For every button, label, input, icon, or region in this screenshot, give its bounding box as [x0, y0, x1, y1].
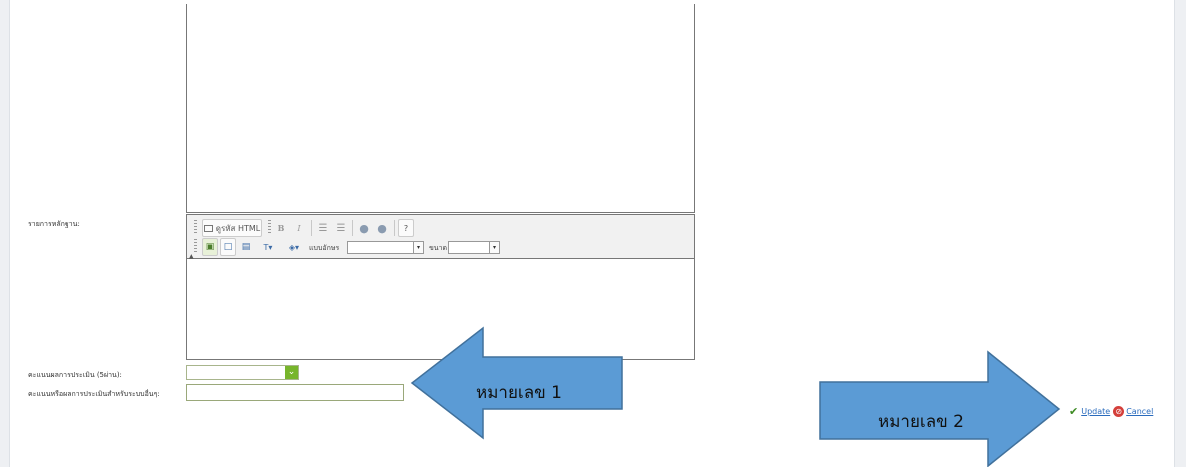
- right-page-border: [1174, 0, 1186, 467]
- resize-handle-icon: ▲: [189, 253, 194, 260]
- text-style-icon[interactable]: T▾: [256, 238, 280, 256]
- bold-button[interactable]: B: [273, 219, 289, 237]
- font-select[interactable]: ▾: [347, 241, 424, 254]
- toolbar-grip: [194, 220, 197, 235]
- left-page-border: [0, 0, 10, 467]
- size-select[interactable]: ▾: [448, 241, 500, 254]
- insert-table-icon[interactable]: ▤: [238, 238, 254, 256]
- description-editor-area[interactable]: [186, 4, 695, 213]
- toolbar-grip: [268, 220, 271, 235]
- italic-button[interactable]: I: [291, 219, 307, 237]
- html-source-button[interactable]: ดูรหัส HTML: [202, 219, 262, 237]
- toolbar-separator: [352, 220, 353, 236]
- insert-link-icon[interactable]: ●: [356, 219, 372, 237]
- cancel-icon: ⊘: [1113, 406, 1125, 417]
- score-label: คะแนนผลการประเมิน (5ผ่าน):: [28, 371, 122, 379]
- color-picker-icon[interactable]: ◈▾: [282, 238, 306, 256]
- evidence-label: รายการหลักฐาน:: [28, 220, 80, 228]
- toolbar-separator: [311, 220, 312, 236]
- arrow2-label: หมายเลข 2: [878, 412, 964, 432]
- insert-media-icon[interactable]: □: [220, 238, 236, 256]
- chevron-down-icon: ▾: [489, 242, 499, 253]
- other-score-input[interactable]: [186, 384, 404, 401]
- help-icon[interactable]: ?: [398, 219, 414, 237]
- arrow1-label: หมายเลข 1: [476, 383, 562, 403]
- row-actions: ✔ Update ⊘ Cancel: [1069, 405, 1156, 418]
- insert-image-icon[interactable]: ▣: [202, 238, 218, 256]
- update-link[interactable]: Update: [1081, 407, 1110, 416]
- unordered-list-icon[interactable]: ☰: [333, 219, 349, 237]
- chevron-down-icon: ▾: [413, 242, 423, 253]
- html-source-label: ดูรหัส HTML: [215, 223, 261, 233]
- font-label: แบบอักษร: [309, 244, 340, 252]
- editor-toolbar: ดูรหัส HTML B I ☰ ☰ ● ● ? ▣ □ ▤ T▾ ◈▾ แบ…: [187, 215, 694, 260]
- check-icon: ✔: [1069, 405, 1079, 418]
- ordered-list-icon[interactable]: ☰: [315, 219, 331, 237]
- html-source-icon: [203, 224, 213, 232]
- remove-link-icon[interactable]: ●: [374, 219, 390, 237]
- size-label: ขนาด: [429, 244, 448, 252]
- other-score-label: คะแนนหรือผลการประเมินสำหรับระบบอื่นๆ:: [28, 390, 160, 398]
- toolbar-separator: [394, 220, 395, 236]
- toolbar-grip: [194, 239, 197, 254]
- score-select[interactable]: ⌄: [186, 365, 299, 380]
- chevron-down-icon: ⌄: [285, 366, 298, 379]
- cancel-link[interactable]: Cancel: [1126, 407, 1153, 416]
